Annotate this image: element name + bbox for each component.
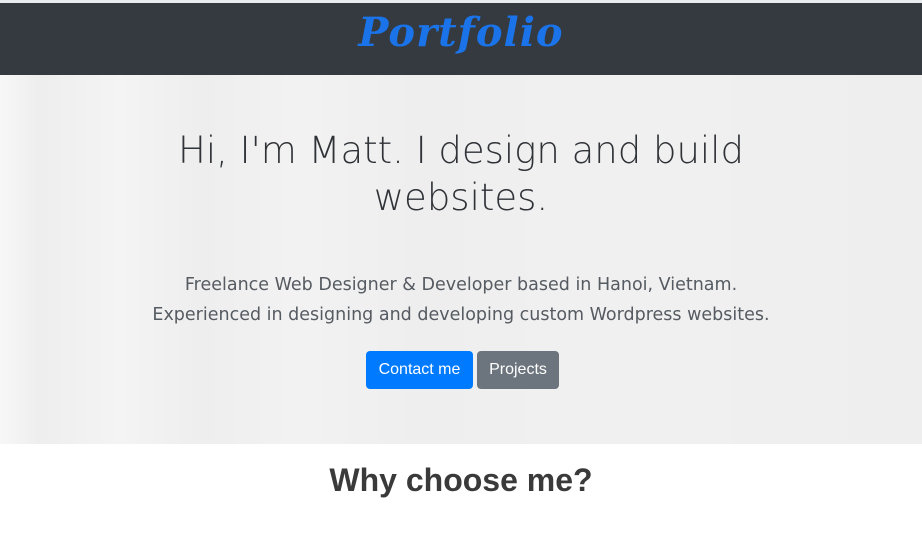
why-choose-me-heading: Why choose me?: [329, 462, 593, 498]
projects-button[interactable]: Projects: [477, 351, 559, 389]
top-navbar: Portfolio: [0, 0, 922, 75]
hero-section: Hi, I'm Matt. I design and build website…: [0, 75, 922, 444]
brand-logo[interactable]: Portfolio: [0, 9, 922, 56]
contact-me-button[interactable]: Contact me: [366, 351, 473, 389]
hero-description: Freelance Web Designer & Developer based…: [100, 270, 822, 330]
hero-description-line: Experienced in designing and developing …: [152, 305, 770, 325]
hero-description-line: Freelance Web Designer & Developer based…: [184, 275, 738, 295]
hero-title: Hi, I'm Matt. I design and build website…: [178, 129, 744, 219]
